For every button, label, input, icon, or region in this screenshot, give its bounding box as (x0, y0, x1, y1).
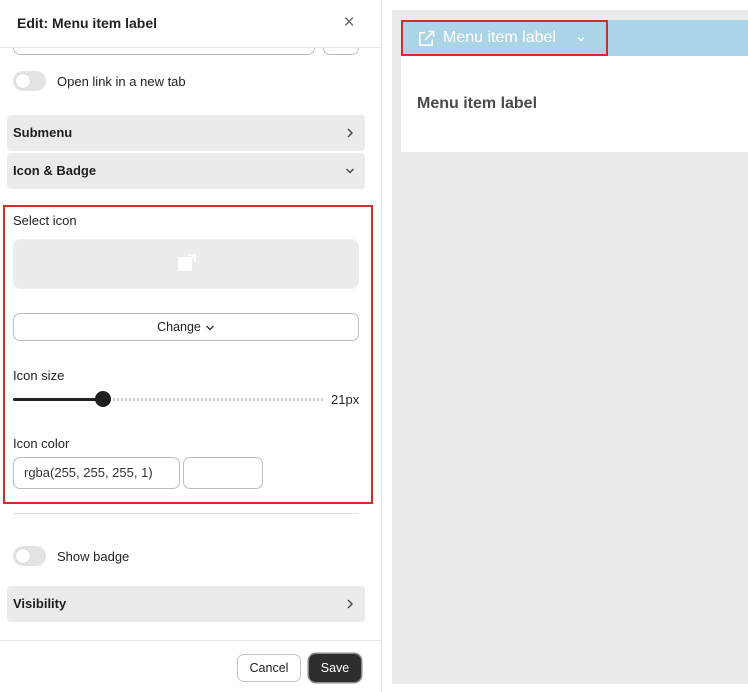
section-divider (13, 513, 359, 514)
close-button[interactable]: × (339, 12, 359, 34)
preview-content-label: Menu item label (417, 95, 538, 112)
cancel-button[interactable]: Cancel (237, 654, 301, 682)
chevron-right-icon (347, 128, 353, 138)
panel-footer: Cancel Save (0, 640, 381, 692)
icon-size-slider-thumb[interactable] (94, 391, 111, 407)
chevron-right-icon (347, 599, 353, 609)
open-new-tab-label: Open link in a new tab (57, 74, 186, 89)
preview-menu-item-label: Menu item label (443, 29, 556, 46)
section-icon-badge-label: Icon & Badge (13, 163, 97, 178)
external-link-icon (419, 30, 435, 46)
open-new-tab-toggle[interactable] (13, 71, 46, 91)
select-icon-label: Select icon (13, 213, 77, 228)
section-icon-badge[interactable]: Icon & Badge (7, 153, 365, 189)
icon-size-slider-fill (13, 398, 103, 401)
icon-size-label: Icon size (13, 368, 65, 383)
edit-panel: Edit: Menu item label × Open link in a n… (0, 0, 382, 692)
chevron-down-icon (577, 37, 585, 42)
icon-size-value: 21px (331, 392, 360, 407)
panel-header: Edit: Menu item label × (0, 0, 381, 48)
section-visibility-label: Visibility (13, 596, 67, 611)
icon-preview-box[interactable] (13, 239, 359, 289)
chevron-down-icon (346, 168, 354, 174)
panel-title: Edit: Menu item label (17, 15, 158, 31)
external-link-icon (178, 254, 196, 271)
save-button[interactable]: Save (309, 654, 361, 682)
section-submenu-label: Submenu (13, 125, 73, 140)
change-icon-label: Change (157, 320, 201, 334)
preview-menu-item[interactable]: Menu item label (401, 20, 608, 56)
icon-color-label: Icon color (13, 436, 70, 451)
chevron-down-icon (205, 325, 214, 331)
show-badge-label: Show badge (57, 549, 130, 564)
show-badge-toggle[interactable] (13, 546, 46, 566)
icon-color-swatch[interactable] (183, 457, 263, 489)
section-visibility[interactable]: Visibility (7, 586, 365, 622)
icon-color-input[interactable]: rgba(255, 255, 255, 1) (13, 457, 180, 489)
change-icon-button[interactable]: Change (13, 313, 359, 341)
section-submenu[interactable]: Submenu (7, 115, 365, 151)
